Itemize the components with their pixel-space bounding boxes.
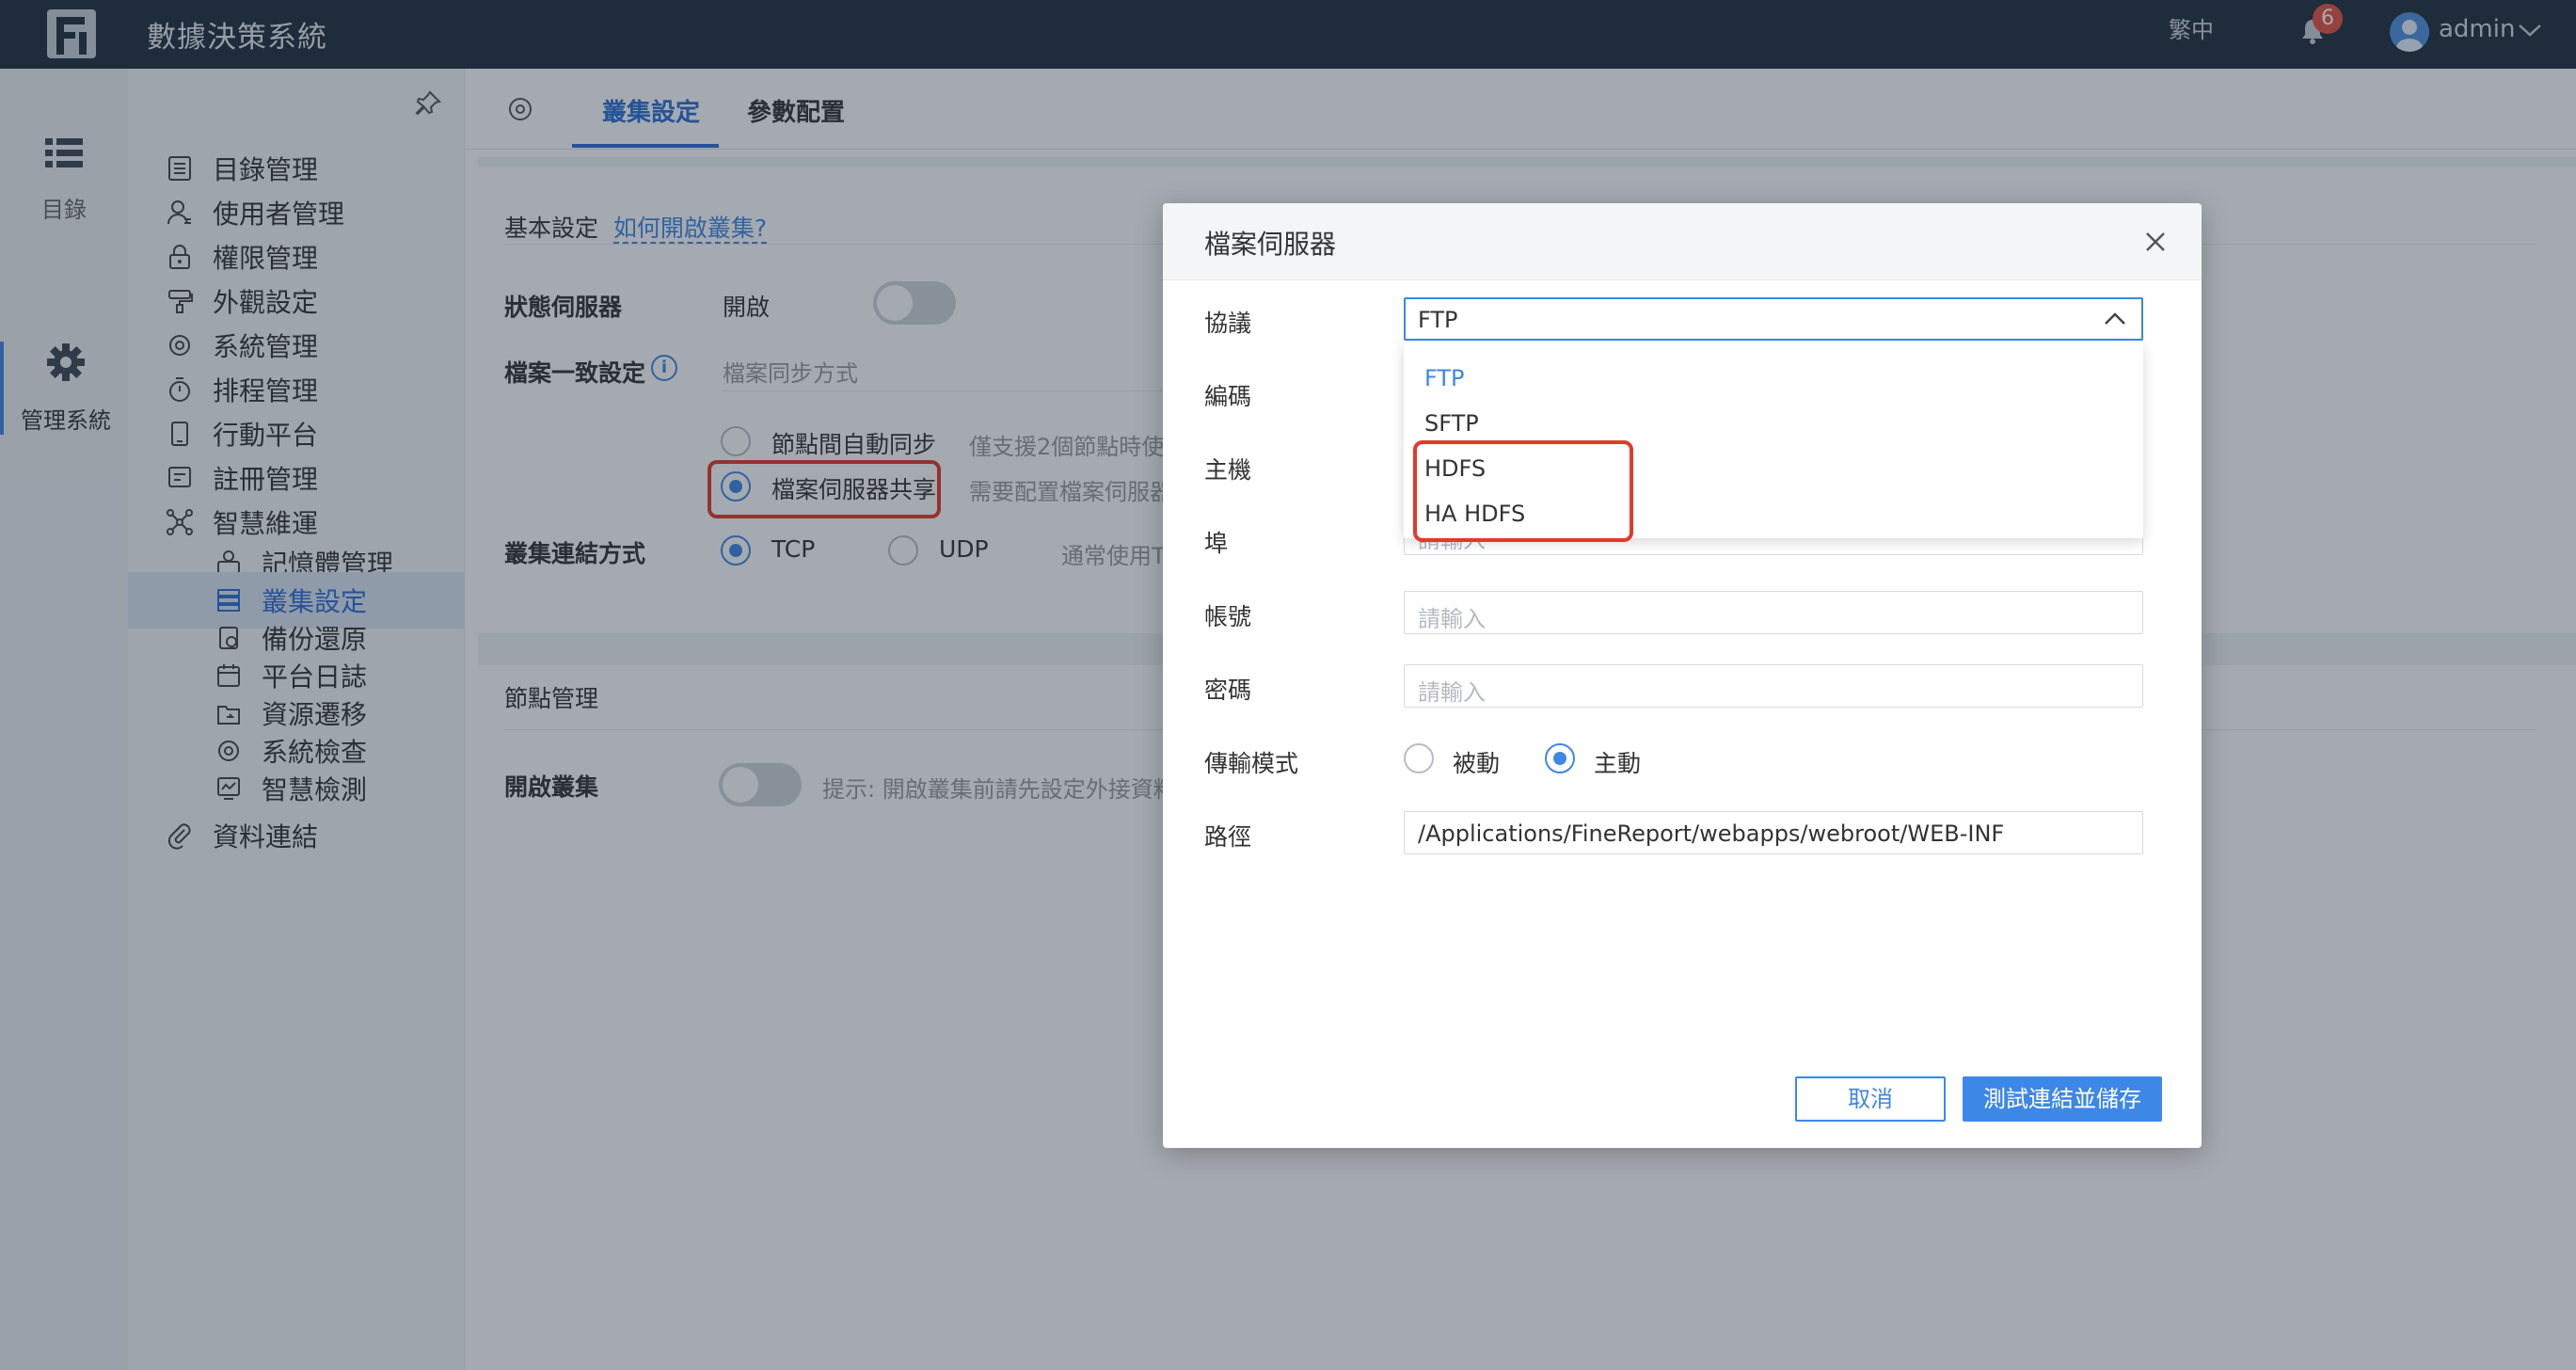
- cancel-button[interactable]: 取消: [1795, 1076, 1946, 1122]
- host-label: 主機: [1204, 456, 1252, 484]
- password-input[interactable]: 請輸入: [1404, 664, 2143, 708]
- port-label: 埠: [1204, 530, 1229, 557]
- path-input[interactable]: /Applications/FineReport/webapps/webroot…: [1404, 811, 2143, 854]
- protocol-select[interactable]: FTP: [1404, 297, 2143, 341]
- account-input[interactable]: 請輸入: [1404, 591, 2143, 634]
- password-label: 密碼: [1204, 677, 1252, 704]
- highlight-box: [1413, 440, 1633, 542]
- path-label: 路徑: [1204, 823, 1252, 851]
- option-ftp[interactable]: FTP: [1424, 365, 1465, 391]
- mode-active-label: 主動: [1594, 750, 1642, 777]
- dialog-title: 檔案伺服器: [1204, 229, 1337, 260]
- option-sftp[interactable]: SFTP: [1424, 410, 1479, 437]
- test-and-save-button[interactable]: 測試連結並儲存: [1963, 1076, 2162, 1122]
- close-icon[interactable]: [2141, 228, 2170, 256]
- dialog-header: 檔案伺服器: [1163, 203, 2202, 280]
- radio-active[interactable]: [1545, 743, 1575, 773]
- protocol-label: 協議: [1204, 310, 1252, 337]
- account-label: 帳號: [1204, 603, 1252, 630]
- transfer-mode-label: 傳輸模式: [1204, 750, 1299, 777]
- file-server-dialog: 檔案伺服器 協議 FTP 編碼 主機 埠 請輸入 帳號 請輸入 密碼 請輸入 傳…: [1163, 203, 2202, 1148]
- radio-passive[interactable]: [1404, 743, 1434, 773]
- encoding-label: 編碼: [1204, 383, 1252, 410]
- chevron-up-icon[interactable]: [2104, 312, 2126, 326]
- mode-passive-label: 被動: [1453, 750, 1501, 777]
